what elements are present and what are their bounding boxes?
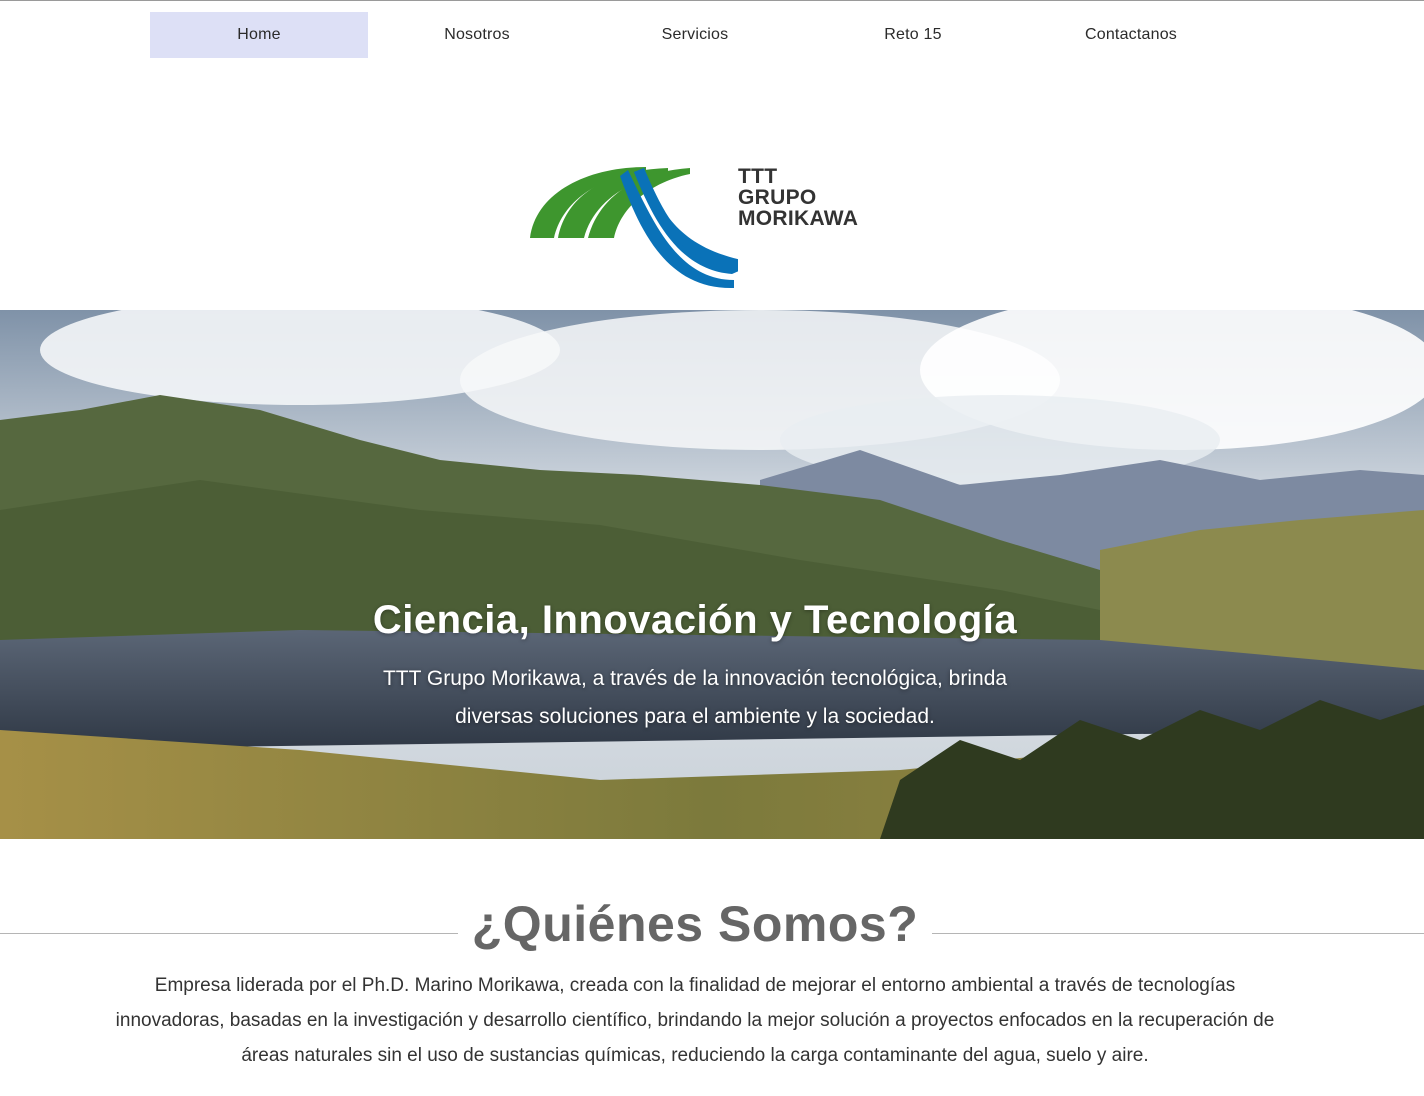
- logo-line-morikawa: MORIKAWA: [738, 207, 859, 230]
- about-description: Empresa liderada por el Ph.D. Marino Mor…: [115, 975, 1275, 1066]
- main-nav: Home Nosotros Servicios Reto 15 Contacta…: [150, 12, 1240, 58]
- hero-banner: Ciencia, Innovación y Tecnología TTT Gru…: [0, 310, 1424, 839]
- logo-line-grupo: GRUPO: [738, 186, 817, 209]
- about-heading: ¿Quiénes Somos?: [471, 896, 919, 952]
- logo-line-ttt: TTT: [738, 165, 778, 188]
- logo-mark-icon: [530, 167, 738, 289]
- nav-home[interactable]: Home: [150, 12, 368, 58]
- company-logo[interactable]: TTT GRUPO MORIKAWA: [528, 162, 864, 292]
- nav-servicios[interactable]: Servicios: [586, 12, 804, 58]
- nav-reto-15[interactable]: Reto 15: [804, 12, 1022, 58]
- hero-title: Ciencia, Innovación y Tecnología: [372, 598, 1018, 642]
- top-divider: [0, 0, 1424, 1]
- heading-divider-left: [0, 933, 458, 934]
- mountain-lake-image: [0, 310, 1424, 839]
- nav-contactanos[interactable]: Contactanos: [1022, 12, 1240, 58]
- heading-divider-right: [932, 933, 1424, 934]
- nav-nosotros[interactable]: Nosotros: [368, 12, 586, 58]
- hero-subtitle: TTT Grupo Morikawa, a través de la innov…: [382, 667, 1008, 728]
- logo-wordmark: TTT GRUPO MORIKAWA: [738, 166, 858, 229]
